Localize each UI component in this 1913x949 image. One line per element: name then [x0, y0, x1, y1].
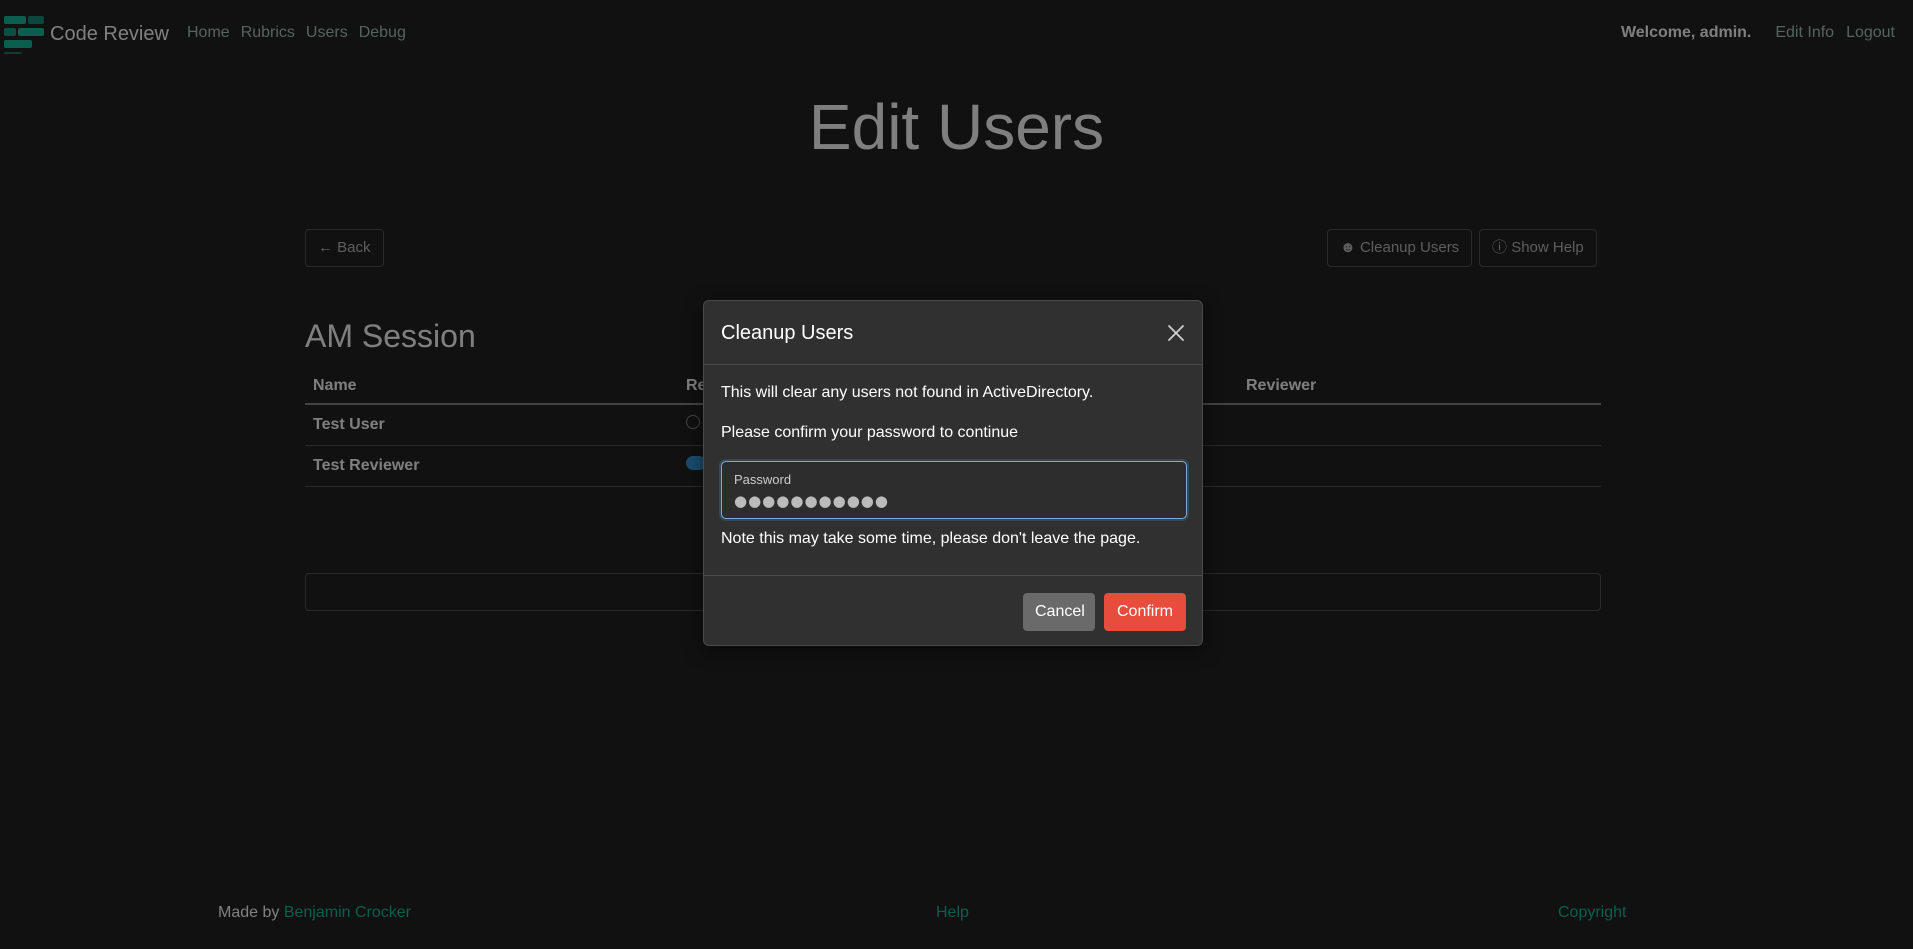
modal-message: This will clear any users not found in A…: [721, 384, 1094, 401]
confirm-button[interactable]: Confirm: [1104, 593, 1186, 631]
modal-header: Cleanup Users: [704, 301, 1202, 365]
cleanup-users-modal: Cleanup Users This will clear any users …: [703, 300, 1203, 646]
modal-note: Note this may take some time, please don…: [721, 530, 1141, 547]
cancel-button[interactable]: Cancel: [1023, 593, 1095, 631]
password-field[interactable]: Password: [721, 461, 1187, 519]
modal-footer: Cancel Confirm: [704, 575, 1202, 647]
password-input[interactable]: [734, 490, 1174, 512]
modal-title: Cleanup Users: [721, 322, 854, 344]
password-label: Password: [734, 472, 792, 487]
close-button[interactable]: [1164, 321, 1188, 345]
confirm-prompt: Please confirm your password to continue: [721, 424, 1019, 441]
close-icon: [1168, 325, 1184, 341]
modal-body: This will clear any users not found in A…: [704, 365, 1202, 575]
